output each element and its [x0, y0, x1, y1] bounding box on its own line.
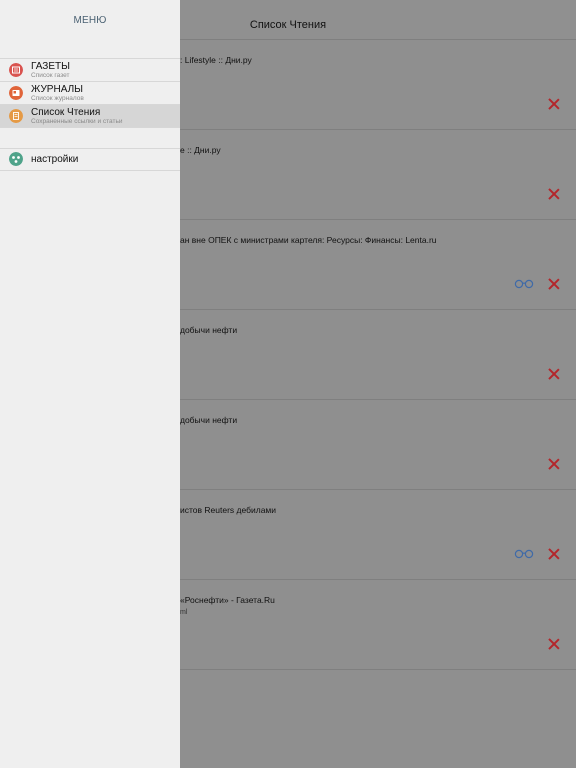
menu-item-settings[interactable]: настройки: [0, 148, 180, 171]
delete-icon[interactable]: [547, 457, 561, 471]
menu-item-label: ГАЗЕТЫ: [31, 61, 70, 72]
article-title: e :: Дни.ру: [180, 145, 221, 155]
article-title: : Lifestyle :: Дни.ру: [180, 55, 252, 65]
settings-icon: [9, 152, 23, 166]
menu-item-label: Список Чтения: [31, 107, 101, 118]
menu-item-reading-list[interactable]: Список Чтения Сохраненные ссылки и стать…: [0, 104, 180, 127]
menu-list: ГАЗЕТЫ Список газет ЖУРНАЛЫ Список журна…: [0, 58, 180, 171]
menu-item-subtitle: Список журналов: [31, 95, 84, 102]
article-title: добычи нефти: [180, 415, 238, 425]
menu-title: МЕНЮ: [73, 15, 107, 26]
article-title: истов Reuters дебилами: [180, 505, 277, 515]
menu-item-newspapers[interactable]: ГАЗЕТЫ Список газет: [0, 58, 180, 81]
delete-icon[interactable]: [547, 97, 561, 111]
menu-divider: [0, 127, 180, 148]
article-title: ан вне ОПЕК с министрами картеля: Ресурс…: [180, 235, 437, 245]
delete-icon[interactable]: [547, 547, 561, 561]
article-title: добычи нефти: [180, 325, 238, 335]
menu-item-magazines[interactable]: ЖУРНАЛЫ Список журналов: [0, 81, 180, 104]
article-title: «Роснефти» - Газета.Ru: [180, 595, 275, 605]
delete-icon[interactable]: [547, 367, 561, 381]
newspaper-icon: [9, 63, 23, 77]
magazine-icon: [9, 86, 23, 100]
glasses-icon[interactable]: [514, 279, 534, 289]
glasses-icon[interactable]: [514, 549, 534, 559]
article-url: ml: [180, 609, 188, 616]
delete-icon[interactable]: [547, 637, 561, 651]
side-menu-drawer: МЕНЮ ГАЗЕТЫ Список газет ЖУРНАЛЫ Список …: [0, 0, 180, 768]
delete-icon[interactable]: [547, 277, 561, 291]
delete-icon[interactable]: [547, 187, 561, 201]
reading-list-icon: [9, 109, 23, 123]
menu-item-label: ЖУРНАЛЫ: [31, 84, 84, 95]
menu-item-subtitle: Список газет: [31, 72, 70, 79]
menu-item-label: настройки: [31, 154, 79, 165]
menu-item-subtitle: Сохраненные ссылки и статьи: [31, 118, 123, 125]
